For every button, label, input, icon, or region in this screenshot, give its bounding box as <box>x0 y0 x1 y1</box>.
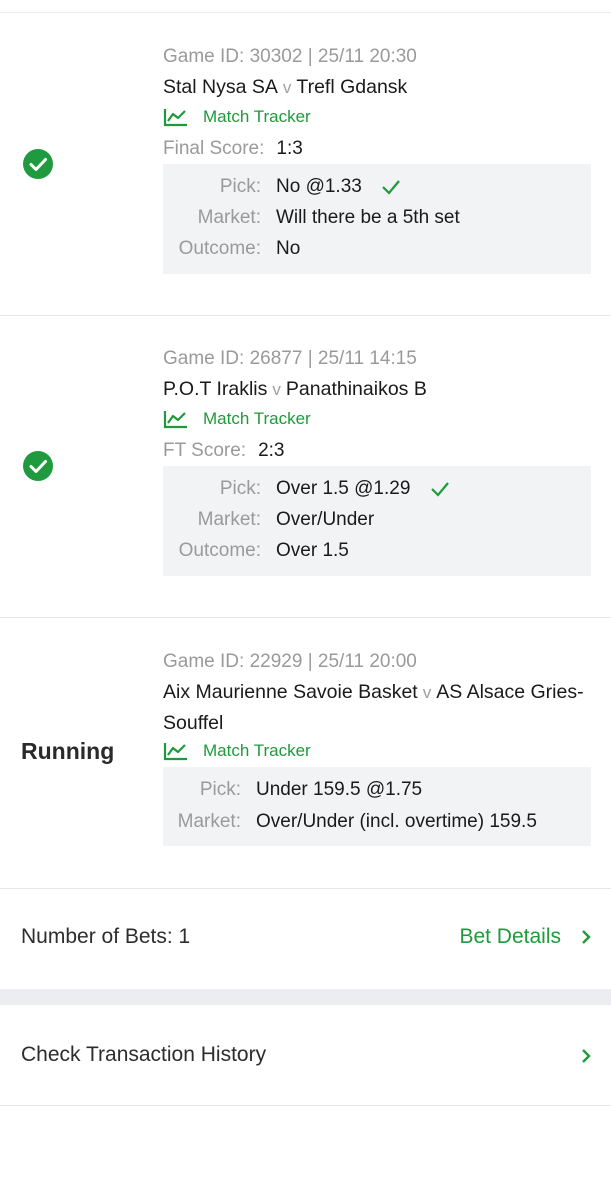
outcome-value: Over 1.5 <box>276 540 349 561</box>
game-id: Game ID: 30302 | 25/11 20:30 <box>163 46 417 67</box>
bet-item: Game ID: 26877 | 25/11 14:15 P.O.T Irakl… <box>0 316 611 617</box>
match-tracker-label: Match Tracker <box>203 409 311 428</box>
home-team: Stal Nysa SA <box>163 76 278 98</box>
match-tracker-label: Match Tracker <box>203 107 311 126</box>
check-circle-icon <box>23 451 53 481</box>
versus-label: v <box>422 683 432 702</box>
outcome-value-wrap: Over 1.5 <box>276 540 349 562</box>
score-label: FT Score: <box>163 440 247 461</box>
match-teams: P.O.T Iraklis v Panathinaikos B <box>163 374 593 405</box>
bets-summary-row: Number of Bets: 1 Bet Details <box>0 888 611 988</box>
market-value: Over/Under <box>276 509 375 530</box>
game-id: Game ID: 26877 | 25/11 14:15 <box>163 348 417 369</box>
pick-details-box: Pick: Under 159.5 @1.75 Market: Over/Und… <box>163 767 591 846</box>
pick-value: Over 1.5 @1.29 <box>276 478 411 499</box>
match-tracker-label: Match Tracker <box>203 741 311 760</box>
outcome-value: No <box>276 238 301 259</box>
outcome-label: Outcome: <box>178 540 261 561</box>
market-label: Market: <box>177 811 241 832</box>
pick-value-wrap: No @1.33 <box>276 176 401 198</box>
market-value-wrap: Over/Under (incl. overtime) 159.5 <box>256 811 537 833</box>
market-label: Market: <box>197 509 261 530</box>
transaction-history-row[interactable]: Check Transaction History <box>0 1005 611 1106</box>
pick-label: Pick: <box>219 176 261 197</box>
market-value-wrap: Over/Under <box>276 509 374 531</box>
match-tracker-link[interactable]: Match Tracker <box>163 106 311 128</box>
checkmark-icon <box>382 180 400 195</box>
number-of-bets: Number of Bets: 1 <box>21 925 191 948</box>
home-team: Aix Maurienne Savoie Basket <box>163 681 418 703</box>
score-row: FT Score: 2:3 <box>163 440 284 462</box>
chart-line-icon <box>163 411 187 429</box>
away-team: Panathinaikos B <box>285 378 427 400</box>
score-value: 2:3 <box>258 440 285 461</box>
market-value: Will there be a 5th set <box>276 207 460 228</box>
pick-value: No @1.33 <box>276 176 362 197</box>
match-tracker-link[interactable]: Match Tracker <box>163 408 311 430</box>
pick-value-wrap: Over 1.5 @1.29 <box>276 478 450 500</box>
score-row: Final Score: 1:3 <box>163 138 303 160</box>
checkmark-icon <box>430 482 449 497</box>
pick-value: Under 159.5 @1.75 <box>256 779 423 800</box>
market-label: Market: <box>197 207 261 228</box>
pick-label: Pick: <box>219 478 261 499</box>
status-running: Running <box>21 738 115 764</box>
versus-label: v <box>272 380 281 399</box>
away-team: Trefl Gdansk <box>296 76 408 98</box>
transaction-history-label: Check Transaction History <box>21 1043 267 1066</box>
chevron-right-icon <box>582 1049 591 1063</box>
score-label: Final Score: <box>163 138 265 159</box>
bet-item: Game ID: 30302 | 25/11 20:30 Stal Nysa S… <box>0 0 611 315</box>
pick-value-wrap: Under 159.5 @1.75 <box>256 779 422 801</box>
chart-line-icon <box>163 743 187 761</box>
outcome-label: Outcome: <box>178 238 261 259</box>
pick-details-box: Pick: No @1.33 Market: Will there be a 5… <box>163 164 591 274</box>
home-team: P.O.T Iraklis <box>163 378 268 400</box>
versus-label: v <box>282 78 292 97</box>
score-value: 1:3 <box>276 138 303 159</box>
chevron-right-icon <box>582 930 591 944</box>
bet-details-label: Bet Details <box>459 925 561 948</box>
match-teams: Stal Nysa SA v Trefl Gdansk <box>163 72 593 103</box>
section-separator <box>0 989 611 1005</box>
game-id: Game ID: 22929 | 25/11 20:00 <box>163 651 417 672</box>
market-value-wrap: Will there be a 5th set <box>276 207 460 229</box>
bet-item: Running Game ID: 22929 | 25/11 20:00 Aix… <box>0 618 611 888</box>
match-tracker-link[interactable]: Match Tracker <box>163 740 311 762</box>
outcome-value-wrap: No <box>276 238 300 260</box>
bet-details-link[interactable]: Bet Details <box>459 925 591 949</box>
chart-line-icon <box>163 109 187 127</box>
pick-label: Pick: <box>199 779 241 800</box>
match-teams: Aix Maurienne Savoie Basket v AS Alsace Gr… <box>163 677 593 739</box>
market-value: Over/Under (incl. overtime) 159.5 <box>256 811 537 832</box>
check-circle-icon <box>23 149 53 179</box>
pick-details-box: Pick: Over 1.5 @1.29 Market: Over/Under … <box>163 466 591 576</box>
